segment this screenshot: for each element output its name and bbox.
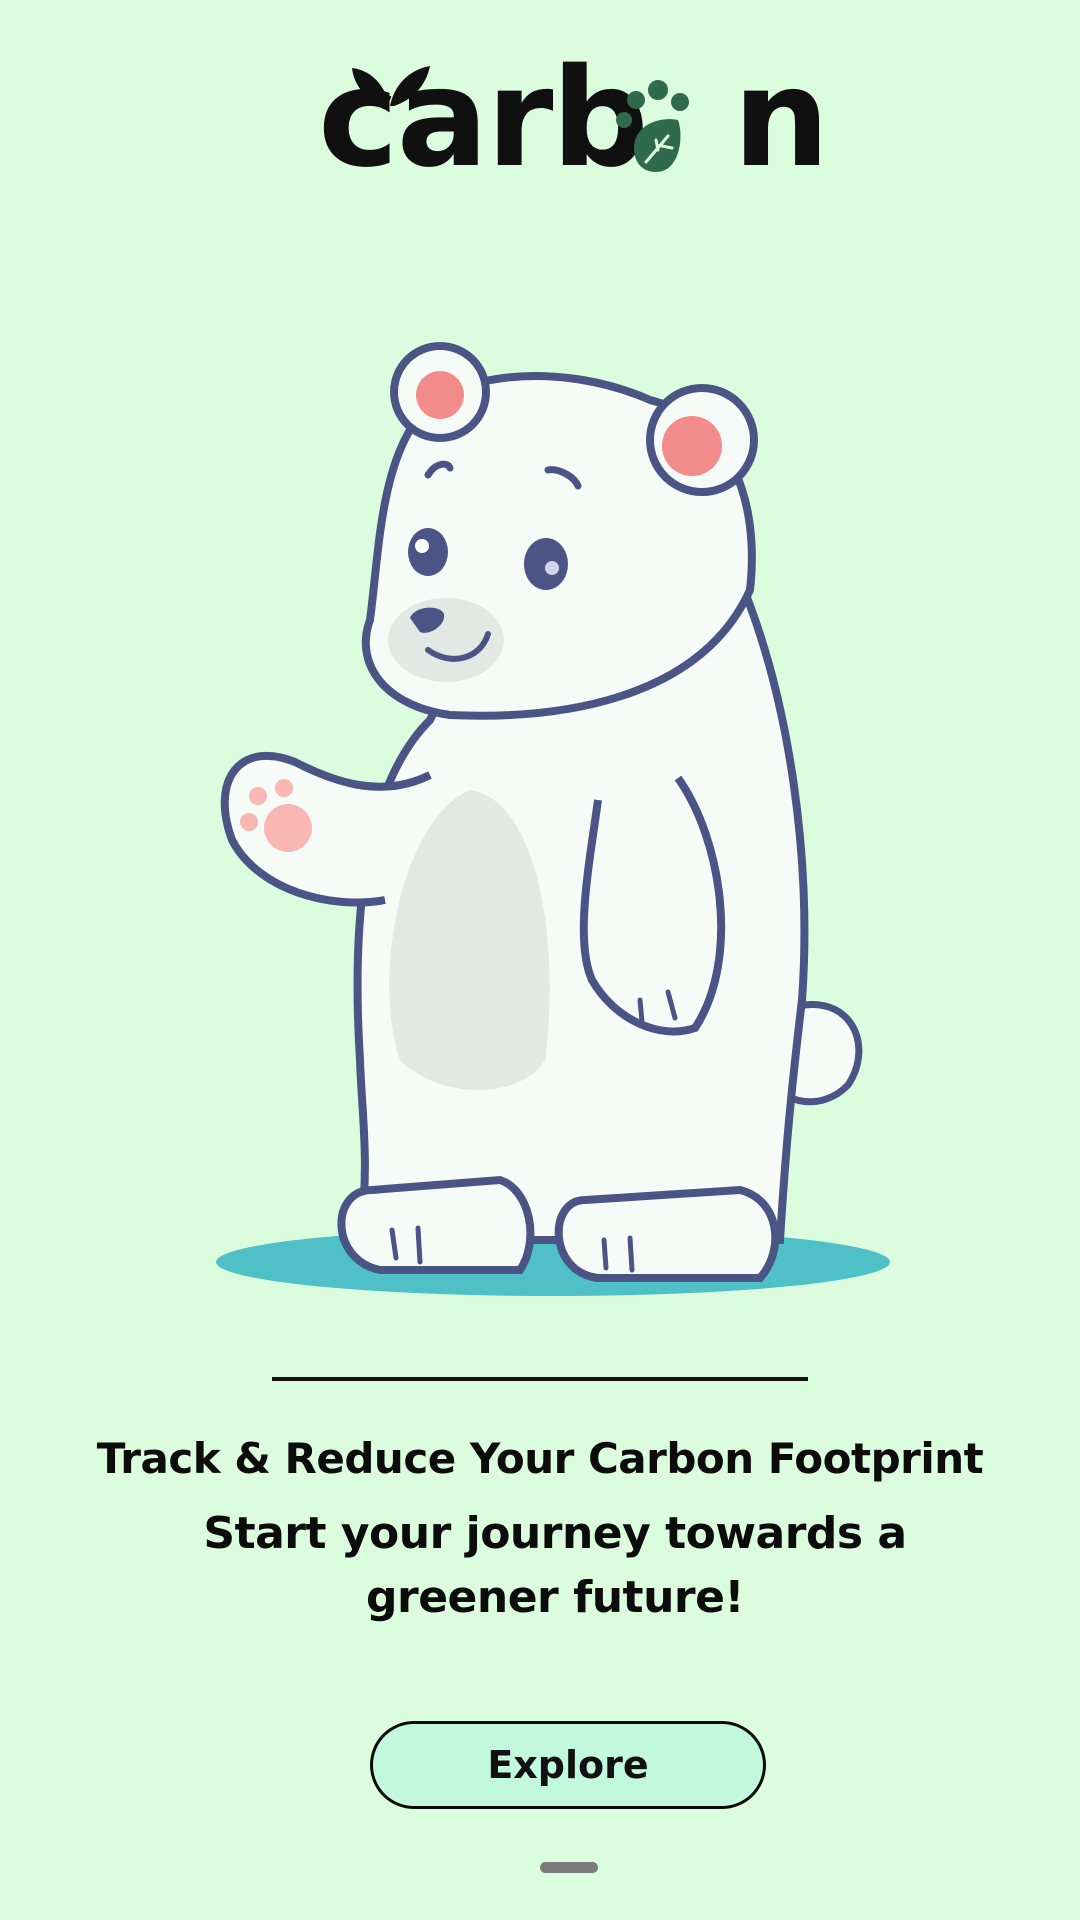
explore-button-label: Explore — [487, 1743, 649, 1787]
explore-button[interactable]: Explore — [370, 1721, 766, 1809]
divider-line — [272, 1377, 808, 1381]
polar-bear-illustration — [216, 342, 890, 1296]
logo-text-suffix: n — [732, 40, 830, 198]
carbon-logo: carb n — [318, 51, 830, 187]
paw-leaf-icon — [616, 80, 689, 172]
headline: Track & Reduce Your Carbon Footprint — [96, 1434, 984, 1483]
leaf-icon — [352, 66, 430, 107]
subline: Start your journey towards a greener fut… — [203, 1508, 907, 1623]
navigation-handle[interactable] — [540, 1862, 598, 1873]
